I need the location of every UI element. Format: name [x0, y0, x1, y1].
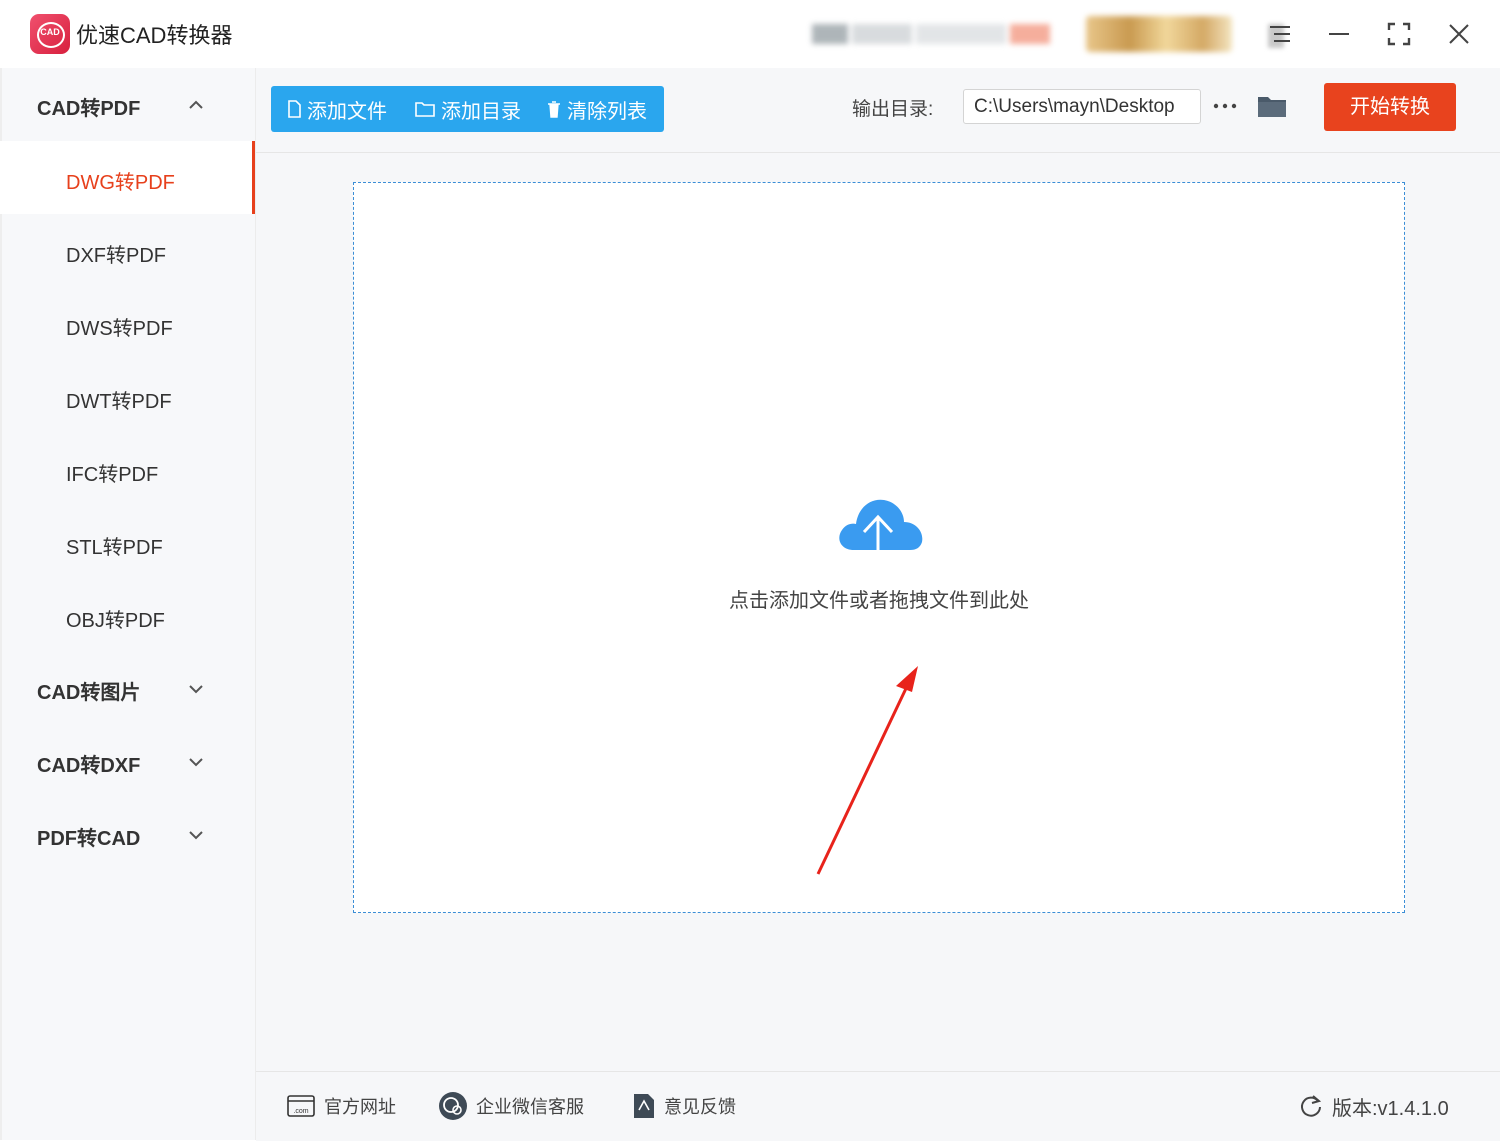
- sidebar-group-cad-to-dxf[interactable]: CAD转DXF: [0, 725, 255, 798]
- version-info: 版本:v1.4.1.0: [1298, 1090, 1449, 1122]
- add-folder-label: 添加目录: [441, 100, 521, 123]
- chevron-down-icon: [189, 831, 203, 840]
- file-icon: [288, 100, 301, 118]
- sidebar-group-pdf-to-cad[interactable]: PDF转CAD: [0, 798, 255, 871]
- sidebar-item-label: STL转PDF: [66, 537, 163, 559]
- website-label: 官方网址: [324, 1097, 396, 1117]
- website-icon: .com: [287, 1095, 315, 1117]
- more-icon[interactable]: [1212, 96, 1240, 116]
- active-indicator: [252, 141, 255, 214]
- cloud-upload-icon[interactable]: [834, 494, 924, 570]
- feedback-label: 意见反馈: [664, 1097, 736, 1117]
- sidebar-item-dws-to-pdf[interactable]: DWS转PDF: [0, 287, 255, 360]
- sidebar-group-label: CAD转PDF: [37, 98, 141, 120]
- drop-hint-text: 点击添加文件或者拖拽文件到此处: [729, 590, 1029, 612]
- title-bar: CAD 优速CAD转换器: [0, 0, 1500, 68]
- wechat-service-link[interactable]: 企业微信客服: [438, 1090, 584, 1122]
- add-file-label: 添加文件: [307, 100, 387, 123]
- red-arrow-annotation: [816, 666, 918, 875]
- wechat-service-icon: [439, 1092, 467, 1120]
- sidebar-group-label: CAD转DXF: [37, 755, 141, 777]
- refresh-icon[interactable]: [1298, 1093, 1324, 1119]
- start-convert-button[interactable]: 开始转换: [1324, 83, 1456, 131]
- chevron-up-icon: [189, 100, 203, 109]
- close-icon[interactable]: [1445, 20, 1473, 48]
- add-folder-button[interactable]: 添加目录: [415, 86, 521, 132]
- sidebar-item-obj-to-pdf[interactable]: OBJ转PDF: [0, 579, 255, 652]
- file-button-group: 添加文件 添加目录 清除列表: [271, 86, 664, 132]
- trash-icon: [548, 101, 560, 118]
- feedback-icon: [634, 1094, 654, 1118]
- clear-list-label: 清除列表: [567, 100, 647, 123]
- sidebar-item-label: DWT转PDF: [66, 391, 172, 413]
- folder-icon[interactable]: [1256, 92, 1288, 120]
- app-logo: CAD: [30, 14, 70, 54]
- maximize-icon[interactable]: [1385, 20, 1413, 48]
- sidebar-item-dwt-to-pdf[interactable]: DWT转PDF: [0, 360, 255, 433]
- folder-outline-icon: [415, 102, 435, 117]
- clear-list-button[interactable]: 清除列表: [547, 86, 647, 132]
- sidebar-group-label: CAD转图片: [37, 682, 141, 704]
- menu-icon[interactable]: [1266, 20, 1294, 48]
- sidebar-item-label: DXF转PDF: [66, 245, 166, 267]
- logo-text: CAD: [40, 27, 60, 37]
- sidebar-group-label: PDF转CAD: [37, 828, 141, 850]
- sidebar-item-label: OBJ转PDF: [66, 610, 165, 632]
- sidebar-group-cad-to-pdf[interactable]: CAD转PDF: [0, 68, 255, 141]
- app-title: 优速CAD转换器: [76, 23, 233, 48]
- svg-text:.com: .com: [293, 1108, 308, 1115]
- sidebar-item-dxf-to-pdf[interactable]: DXF转PDF: [0, 214, 255, 287]
- sidebar-item-label: DWS转PDF: [66, 318, 173, 340]
- feedback-link[interactable]: 意见反馈: [632, 1090, 736, 1122]
- chevron-down-icon: [189, 758, 203, 767]
- output-dir-field[interactable]: C:\Users\mayn\Desktop: [963, 89, 1201, 124]
- wechat-service-label: 企业微信客服: [476, 1097, 584, 1117]
- sidebar-item-dwg-to-pdf[interactable]: DWG转PDF: [0, 141, 255, 214]
- sidebar-item-label: IFC转PDF: [66, 464, 159, 486]
- add-file-button[interactable]: 添加文件: [287, 86, 387, 132]
- output-dir-label: 输出目录:: [852, 99, 934, 120]
- version-label: 版本:v1.4.1.0: [1332, 1097, 1449, 1120]
- sidebar-item-stl-to-pdf[interactable]: STL转PDF: [0, 506, 255, 579]
- blurred-vip-badge[interactable]: [1086, 16, 1232, 52]
- sidebar-item-label: DWG转PDF: [66, 172, 175, 194]
- chevron-down-icon: [189, 685, 203, 694]
- sidebar-group-cad-to-image[interactable]: CAD转图片: [0, 652, 255, 725]
- minimize-icon[interactable]: [1325, 20, 1353, 48]
- sidebar-item-ifc-to-pdf[interactable]: IFC转PDF: [0, 433, 255, 506]
- blurred-account-info: [812, 18, 1052, 50]
- website-link[interactable]: .com 官方网址: [286, 1090, 396, 1122]
